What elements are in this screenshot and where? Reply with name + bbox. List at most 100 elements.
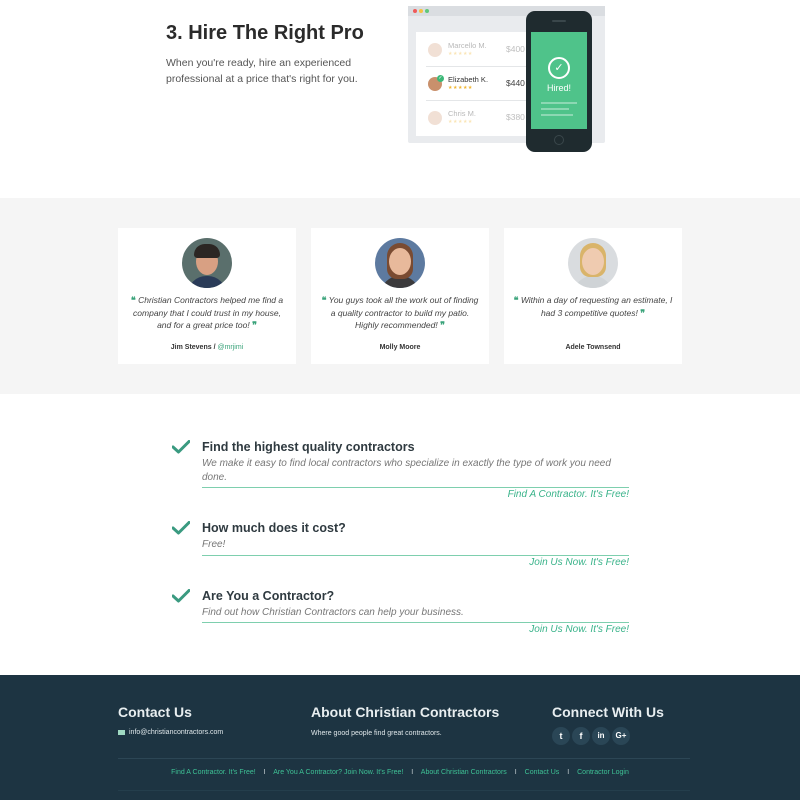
- separator: I: [567, 769, 570, 776]
- quote-text: Within a day of requesting an estimate, …: [520, 295, 673, 318]
- hire-pro-section: 3. Hire The Right Pro When you're ready,…: [0, 0, 800, 198]
- footer-link-join-now[interactable]: Are You A Contractor? Join Now. It's Fre…: [273, 769, 403, 776]
- testimonial-author: Jim Stevens / @mrjimi: [118, 344, 296, 351]
- close-dot-icon: [413, 9, 417, 13]
- divider: [202, 622, 629, 623]
- close-quote-icon: ❞: [640, 307, 646, 318]
- open-quote-icon: ❝: [513, 295, 519, 305]
- find-contractor-link[interactable]: Find A Contractor. It's Free!: [508, 489, 629, 500]
- star-rating-icon: ★★★★★: [448, 85, 473, 91]
- pro-price: $380: [506, 112, 525, 122]
- testimonial-author: Molly Moore: [379, 344, 421, 351]
- close-quote-icon: ❞: [252, 320, 257, 330]
- footer-link-about[interactable]: About Christian Contractors: [421, 769, 507, 776]
- checkmark-icon: [172, 521, 190, 535]
- author-handle-link[interactable]: @mrjimi: [217, 344, 243, 351]
- pro-list-item: Chris M. ★★★★★ $380: [416, 102, 534, 134]
- faq-title: How much does it cost?: [202, 521, 346, 535]
- section-title: 3. Hire The Right Pro: [166, 22, 364, 44]
- testimonial-card: ❝ Christian Contractors helped me find a…: [118, 228, 296, 364]
- pro-name: Marcello M.: [448, 41, 487, 50]
- quote-text: You guys took all the work out of findin…: [328, 295, 479, 330]
- section-description: When you're ready, hire an experienced p…: [166, 57, 358, 85]
- divider: [202, 487, 629, 488]
- quote-text: Christian Contractors helped me find a c…: [133, 295, 284, 330]
- pro-name: Elizabeth K.: [448, 75, 489, 84]
- testimonial-card: ❝ You guys took all the work out of find…: [311, 228, 489, 364]
- placeholder-line: [541, 108, 569, 110]
- testimonial-author: Adele Townsend: [565, 344, 621, 351]
- placeholder-line: [541, 102, 577, 104]
- separator: I: [514, 769, 517, 776]
- checkmark-icon: [172, 589, 190, 603]
- pro-list-item: ✓ Elizabeth K. ★★★★★ $440: [416, 68, 534, 100]
- testimonial-card: ❝ Within a day of requesting an estimate…: [504, 228, 682, 364]
- faq-title: Are You a Contractor?: [202, 589, 335, 603]
- open-quote-icon: ❝: [130, 295, 136, 305]
- footer-link-contact[interactable]: Contact Us: [525, 769, 560, 776]
- avatar: [428, 43, 442, 57]
- pro-price: $440: [506, 78, 525, 88]
- avatar: [375, 238, 425, 288]
- envelope-icon: [118, 729, 125, 735]
- phone-screen: ✓ Hired!: [531, 32, 587, 129]
- close-quote-icon: ❞: [440, 320, 445, 330]
- testimonials-section: ❝ Christian Contractors helped me find a…: [0, 198, 800, 394]
- maximize-dot-icon: [425, 9, 429, 13]
- pro-list-item: Marcello M. ★★★★★ $400: [416, 34, 534, 66]
- divider: [118, 758, 690, 759]
- divider: [426, 66, 534, 67]
- checkmark-icon: [172, 440, 190, 454]
- divider: [202, 555, 629, 556]
- placeholder-line: [541, 114, 573, 116]
- checkmark-circle-icon: ✓: [548, 57, 570, 79]
- faq-section: Find the highest quality contractors We …: [0, 394, 800, 675]
- star-rating-icon: ★★★★★: [448, 51, 473, 57]
- faq-text: Find out how Christian Contractors can h…: [202, 607, 464, 618]
- testimonial-quote: ❝ Within a day of requesting an estimate…: [512, 294, 674, 319]
- pro-price: $400: [506, 44, 525, 54]
- open-quote-icon: ❝: [321, 295, 327, 305]
- footer-link-find-contractor[interactable]: Find A Contractor. It's Free!: [171, 769, 256, 776]
- email-text: info@christiancontractors.com: [129, 729, 224, 736]
- footer-link-contractor-login[interactable]: Contractor Login: [577, 769, 629, 776]
- linkedin-icon[interactable]: in: [592, 727, 610, 745]
- facebook-icon[interactable]: f: [572, 727, 590, 745]
- phone-speaker: [552, 20, 566, 22]
- star-rating-icon: ★★★★★: [448, 119, 473, 125]
- minimize-dot-icon: [419, 9, 423, 13]
- divider: [118, 790, 690, 791]
- avatar: [428, 111, 442, 125]
- join-now-link[interactable]: Join Us Now. It's Free!: [529, 557, 629, 568]
- avatar: [568, 238, 618, 288]
- twitter-icon[interactable]: t: [552, 727, 570, 745]
- pro-name: Chris M.: [448, 109, 476, 118]
- join-now-link[interactable]: Join Us Now. It's Free!: [529, 624, 629, 635]
- author-name: Jim Stevens: [170, 344, 212, 351]
- separator: I: [263, 769, 266, 776]
- pro-list: Marcello M. ★★★★★ $400 ✓ Elizabeth K. ★★…: [416, 32, 534, 136]
- connect-heading: Connect With Us: [552, 704, 664, 720]
- footer: Contact Us info@christiancontractors.com…: [0, 675, 800, 800]
- check-badge-icon: ✓: [437, 75, 444, 82]
- faq-item: Are You a Contractor? Find out how Chris…: [172, 589, 632, 637]
- phone-home-button: [554, 135, 564, 145]
- faq-item: Find the highest quality contractors We …: [172, 440, 632, 500]
- faq-title: Find the highest quality contractors: [202, 440, 415, 454]
- phone-mockup-illustration: ✓ Hired!: [526, 11, 592, 152]
- footer-nav: Find A Contractor. It's Free! I Are You …: [0, 769, 800, 776]
- testimonial-quote: ❝ You guys took all the work out of find…: [319, 294, 481, 332]
- separator: I: [411, 769, 414, 776]
- email-link[interactable]: info@christiancontractors.com: [118, 729, 223, 736]
- google-plus-icon[interactable]: G+: [612, 727, 630, 745]
- about-heading: About Christian Contractors: [311, 704, 500, 720]
- contact-heading: Contact Us: [118, 704, 192, 720]
- about-text: Where good people find great contractors…: [311, 730, 442, 737]
- faq-text: Free!: [202, 539, 226, 550]
- faq-text: We make it easy to find local contractor…: [202, 458, 611, 483]
- avatar: [182, 238, 232, 288]
- testimonial-quote: ❝ Christian Contractors helped me find a…: [126, 294, 288, 332]
- faq-item: How much does it cost? Free! Join Us Now…: [172, 521, 632, 569]
- hired-status: Hired!: [546, 83, 571, 93]
- divider: [426, 100, 534, 101]
